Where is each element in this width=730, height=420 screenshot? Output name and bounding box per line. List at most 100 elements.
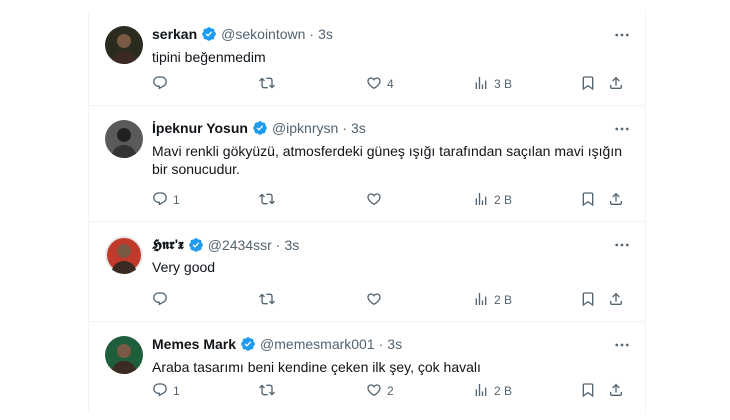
views-icon <box>473 291 489 310</box>
author-handle[interactable]: @memesmark001 <box>260 336 375 352</box>
repost-button[interactable] <box>259 382 280 400</box>
share-icon <box>608 382 624 401</box>
views-count: 2 B <box>494 384 513 398</box>
reply-button[interactable] <box>152 291 173 309</box>
repost-button[interactable] <box>259 291 280 309</box>
share-icon <box>608 75 624 94</box>
avatar[interactable] <box>105 26 143 64</box>
bookmark-icon <box>580 291 596 310</box>
reply-icon <box>152 75 168 94</box>
author-handle[interactable]: @2434ssr <box>208 237 272 253</box>
like-icon <box>366 75 382 94</box>
bookmark-button[interactable] <box>580 191 596 209</box>
bookmark-button[interactable] <box>580 382 596 400</box>
reply-button[interactable] <box>152 75 173 93</box>
more-icon[interactable] <box>613 26 631 47</box>
share-icon <box>608 291 624 310</box>
reply-button[interactable]: 1 <box>152 382 180 400</box>
repost-icon <box>259 291 275 310</box>
post-timestamp[interactable]: 3s <box>387 336 402 352</box>
like-button[interactable] <box>366 191 387 209</box>
post-header: İpeknur Yosun @ipknrysn · 3s <box>152 120 366 136</box>
like-icon <box>366 382 382 401</box>
reply-timeline: serkan @sekointown · 3s tipini beğenmedim 4 3 … <box>88 12 646 412</box>
reply-count: 1 <box>173 193 180 207</box>
author-handle[interactable]: @sekointown <box>221 26 305 42</box>
repost-icon <box>259 382 275 401</box>
avatar[interactable] <box>105 336 143 374</box>
share-button[interactable] <box>608 191 624 209</box>
reply-button[interactable]: 1 <box>152 191 180 209</box>
post-actions: 4 3 B <box>152 75 630 93</box>
post-actions: 1 2 B <box>152 191 630 209</box>
author-name[interactable]: Memes Mark <box>152 336 236 352</box>
like-button[interactable]: 4 <box>366 75 394 93</box>
verified-badge-icon <box>201 26 217 42</box>
separator-dot: · <box>309 26 315 42</box>
post-text: tipini beğenmedim <box>152 49 266 65</box>
separator-dot: · <box>342 120 347 136</box>
author-handle[interactable]: @ipknrysn <box>272 120 338 136</box>
more-icon[interactable] <box>613 120 631 141</box>
more-icon[interactable] <box>613 236 631 257</box>
repost-icon <box>259 191 275 210</box>
bookmark-icon <box>580 191 596 210</box>
avatar[interactable] <box>105 236 143 274</box>
reply-icon <box>152 291 168 310</box>
reply-post[interactable]: serkan @sekointown · 3s tipini beğenmedim 4 3 … <box>89 12 645 106</box>
post-text: Mavi renkli gökyüzü, atmosferdeki güneş … <box>152 143 623 177</box>
like-count: 2 <box>387 384 394 398</box>
share-button[interactable] <box>608 291 624 309</box>
views-button[interactable]: 2 B <box>473 382 512 400</box>
post-text: Araba tasarımı beni kendine çeken ilk şe… <box>152 359 481 375</box>
share-button[interactable] <box>608 382 624 400</box>
separator-dot: · <box>275 236 281 253</box>
views-count: 2 B <box>494 193 513 207</box>
like-icon <box>366 291 382 310</box>
views-count: 3 B <box>494 77 513 91</box>
views-button[interactable]: 2 B <box>473 191 512 209</box>
reply-icon <box>152 382 168 401</box>
like-icon <box>366 191 382 210</box>
bookmark-button[interactable] <box>580 291 596 309</box>
reply-post[interactable]: Memes Mark @memesmark001 · 3s Araba tasarımı… <box>89 322 645 412</box>
reply-icon <box>152 191 168 210</box>
bookmark-button[interactable] <box>580 75 596 93</box>
views-button[interactable]: 2 B <box>473 291 512 309</box>
views-button[interactable]: 3 B <box>473 75 512 93</box>
verified-badge-icon <box>252 120 268 136</box>
post-text: Very good <box>152 259 216 275</box>
verified-badge-icon <box>240 336 256 352</box>
like-button[interactable] <box>366 291 387 309</box>
bookmark-icon <box>580 75 596 94</box>
post-timestamp[interactable]: 3s <box>351 120 366 136</box>
repost-icon <box>259 75 275 94</box>
views-icon <box>473 75 489 94</box>
more-icon[interactable] <box>613 336 631 357</box>
post-header: 𝕳𝖓𝖗'𝖝 @2434ssr · 3s <box>152 236 299 253</box>
post-actions: 2 B <box>152 291 630 309</box>
share-icon <box>608 191 624 210</box>
bookmark-icon <box>580 382 596 401</box>
post-timestamp[interactable]: 3s <box>284 237 299 253</box>
like-button[interactable]: 2 <box>366 382 394 400</box>
reply-post[interactable]: 𝕳𝖓𝖗'𝖝 @2434ssr · 3s Very good 2 B <box>89 222 645 322</box>
reply-post[interactable]: İpeknur Yosun @ipknrysn · 3s Mavi renkli gök… <box>89 106 645 222</box>
like-count: 4 <box>387 77 394 91</box>
post-header: Memes Mark @memesmark001 · 3s <box>152 336 402 352</box>
repost-button[interactable] <box>259 75 280 93</box>
post-timestamp[interactable]: 3s <box>318 26 333 42</box>
reply-count: 1 <box>173 384 180 398</box>
avatar[interactable] <box>105 120 143 158</box>
separator-dot: · <box>378 336 384 352</box>
author-name[interactable]: 𝕳𝖓𝖗'𝖝 <box>152 236 184 253</box>
views-count: 2 B <box>494 293 513 307</box>
views-icon <box>473 191 489 210</box>
repost-button[interactable] <box>259 191 280 209</box>
author-name[interactable]: serkan <box>152 26 197 42</box>
verified-badge-icon <box>188 237 204 253</box>
post-actions: 1 2 2 B <box>152 382 630 400</box>
post-header: serkan @sekointown · 3s <box>152 26 333 42</box>
share-button[interactable] <box>608 75 624 93</box>
author-name[interactable]: İpeknur Yosun <box>152 120 248 136</box>
